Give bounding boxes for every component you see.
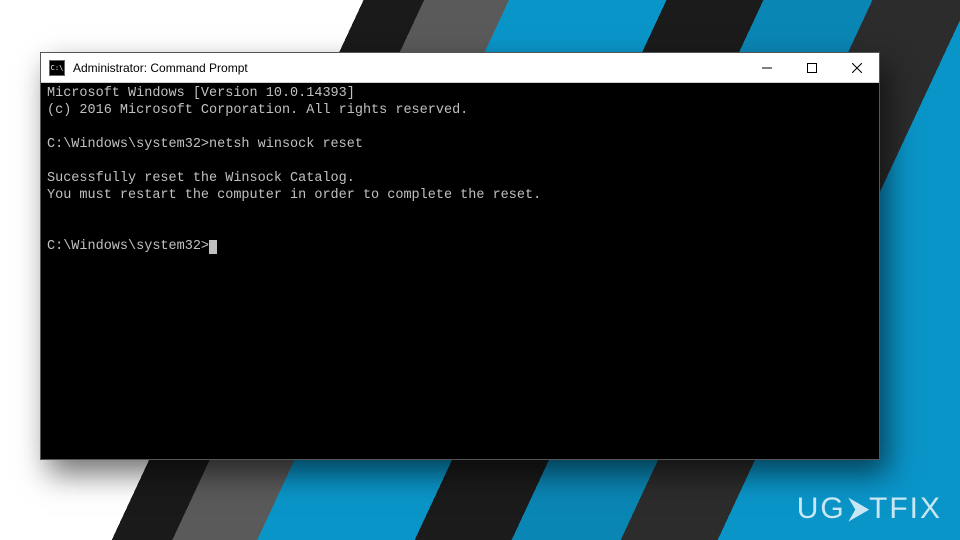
command-prompt-window: C:\ Administrator: Command Prompt Micros… (40, 52, 880, 460)
watermark-text-post: TFIX (869, 492, 942, 525)
watermark-text-pre: UG (797, 492, 846, 525)
titlebar[interactable]: C:\ Administrator: Command Prompt (41, 53, 879, 83)
close-button[interactable] (834, 53, 879, 82)
output-line: Sucessfully reset the Winsock Catalog. (47, 171, 355, 186)
copyright-line: (c) 2016 Microsoft Corporation. All righ… (47, 103, 468, 118)
command-prompt-icon: C:\ (49, 60, 65, 76)
version-line: Microsoft Windows [Version 10.0.14393] (47, 86, 355, 101)
maximize-button[interactable] (789, 53, 834, 82)
cursor (209, 240, 217, 254)
prompt-path: C:\Windows\system32> (47, 137, 209, 152)
titlebar-left: C:\ Administrator: Command Prompt (49, 60, 248, 76)
watermark-arrow-icon: ⮜ (846, 492, 869, 526)
prompt-path: C:\Windows\system32> (47, 239, 209, 254)
output-line: You must restart the computer in order t… (47, 188, 541, 203)
terminal-output[interactable]: Microsoft Windows [Version 10.0.14393] (… (41, 83, 879, 459)
watermark-logo: UG⮜TFIX (797, 492, 942, 526)
entered-command: netsh winsock reset (209, 137, 363, 152)
window-title: Administrator: Command Prompt (73, 61, 248, 75)
window-controls (744, 53, 879, 82)
minimize-button[interactable] (744, 53, 789, 82)
